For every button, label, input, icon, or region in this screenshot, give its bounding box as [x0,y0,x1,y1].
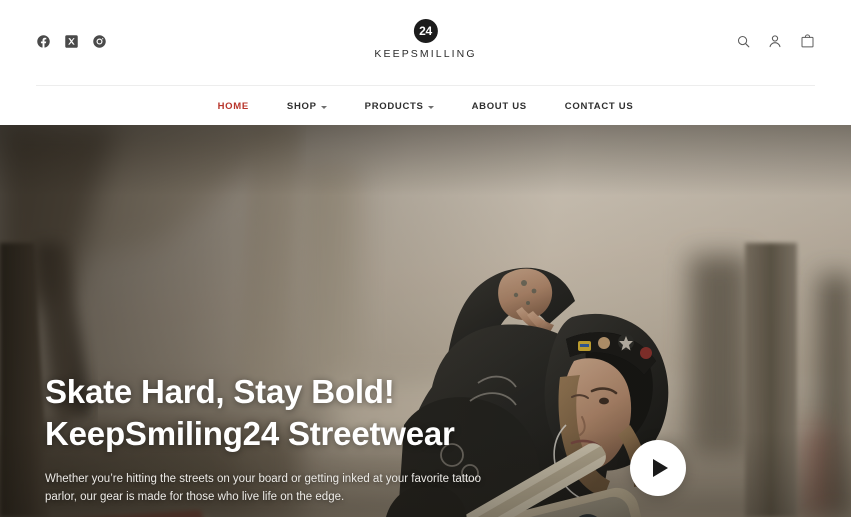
logo-mark: 24 [413,19,438,43]
nav-item-shop-label: SHOP [286,100,317,112]
account-icon[interactable] [767,33,783,49]
instagram-icon[interactable] [92,34,107,49]
hero-heading-line-1: Skate Hard, Stay Bold! [45,373,395,410]
header-top-bar: 24 KEEPSMILLING [0,0,851,82]
nav-item-home-label: HOME [217,100,249,112]
nav-item-contact-us[interactable]: CONTACT US [546,101,653,112]
play-icon [652,459,668,477]
site-logo[interactable]: 24 KEEPSMILLING [374,19,476,60]
social-links [36,34,107,49]
header-divider [36,85,815,86]
hero-content: Skate Hard, Stay Bold! KeepSmiling24 Str… [45,371,565,517]
search-icon[interactable] [735,33,751,49]
hero-heading: Skate Hard, Stay Bold! KeepSmiling24 Str… [45,371,565,455]
facebook-icon[interactable] [36,34,51,49]
nav-item-products-label: PRODUCTS [364,100,424,112]
nav-item-home[interactable]: HOME [199,101,268,112]
play-video-button[interactable] [630,440,686,496]
chevron-down-icon [320,105,327,109]
chevron-down-icon [427,105,434,109]
nav-item-about-us[interactable]: ABOUT US [453,101,546,112]
cart-icon[interactable] [799,33,815,49]
hero-banner: Skate Hard, Stay Bold! KeepSmiling24 Str… [0,125,851,517]
main-navigation: HOME SHOP PRODUCTS ABOUT US CONTACT US [0,92,851,120]
x-twitter-icon[interactable] [64,34,79,49]
nav-item-shop[interactable]: SHOP [268,101,346,112]
nav-item-about-us-label: ABOUT US [471,100,527,112]
nav-item-products[interactable]: PRODUCTS [346,101,453,112]
nav-item-contact-us-label: CONTACT US [564,100,634,112]
hero-subtitle: Whether you’re hitting the streets on yo… [45,473,481,503]
hero-heading-line-2: KeepSmiling24 Streetwear [45,415,455,452]
site-header: 24 KEEPSMILLING HOME SHOP PRODUCTS ABOUT… [0,0,851,125]
logo-wordmark: KEEPSMILLING [374,48,477,60]
header-utilities [735,33,815,49]
